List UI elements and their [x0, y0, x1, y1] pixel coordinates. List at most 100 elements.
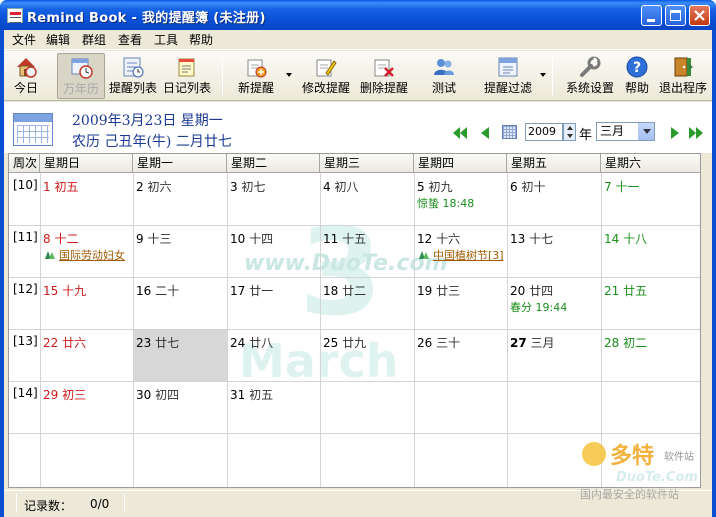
day-cell[interactable]: 25 廿九 [323, 334, 412, 351]
day-cell[interactable]: 9 十三 [136, 230, 225, 247]
menu-view[interactable]: 查看 [116, 32, 144, 48]
day-cell[interactable]: 6 初十 [510, 178, 599, 195]
close-button[interactable] [689, 5, 710, 26]
lunar-day: 十四 [249, 232, 274, 246]
record-count-value: 0/0 [90, 497, 110, 511]
year-input[interactable]: 2009 [525, 123, 563, 141]
day-cell[interactable]: 5 初九 惊蛰 18:48 [417, 178, 505, 211]
week-number: [12] [13, 282, 38, 296]
day-cell[interactable]: 16 二十 [136, 282, 225, 299]
edit-reminder-button[interactable]: 修改提醒 [298, 53, 354, 99]
day-label: 21 廿五 [604, 282, 700, 299]
day-cell[interactable]: 26 三十 [417, 334, 505, 351]
day-number: 1 [43, 180, 51, 194]
day-cell[interactable]: 23 廿七 [136, 334, 225, 351]
day-cell[interactable]: 7 十一 [604, 178, 700, 195]
day-label: 25 廿九 [323, 334, 412, 351]
day-number: 29 [43, 388, 59, 402]
day-cell[interactable]: 2 初六 [136, 178, 225, 195]
day-cell[interactable]: 29 初三 [43, 386, 131, 403]
grid-view-icon[interactable] [502, 125, 517, 139]
day-number: 3 [230, 180, 238, 194]
maximize-button[interactable] [665, 5, 686, 26]
day-cell[interactable]: 31 初五 [230, 386, 318, 403]
day-label: 16 二十 [136, 282, 225, 299]
menu-bar: 文件 编辑 群组 查看 工具 帮助 [4, 30, 712, 50]
day-number: 12 [417, 232, 433, 246]
day-cell[interactable]: 20 廿四 春分 19:44 [510, 282, 599, 315]
day-number: 8 [43, 232, 51, 246]
day-cell[interactable]: 17 廿一 [230, 282, 318, 299]
day-cell[interactable]: 12 十六 中国植树节[3] [417, 230, 505, 263]
exit-button[interactable]: 退出程序 [656, 53, 710, 99]
day-cell[interactable]: 4 初八 [323, 178, 412, 195]
menu-help[interactable]: 帮助 [187, 32, 215, 48]
day-cell[interactable]: 3 初七 [230, 178, 318, 195]
double-left-arrow-icon [453, 127, 467, 139]
day-number: 22 [43, 336, 59, 350]
left-arrow-icon [481, 127, 489, 139]
day-cell[interactable]: 22 廿六 [43, 334, 131, 351]
menu-file[interactable]: 文件 [10, 32, 38, 48]
new-reminder-dropdown-icon[interactable] [286, 73, 292, 77]
menu-edit[interactable]: 编辑 [44, 32, 72, 48]
filter-dropdown-icon[interactable] [540, 73, 546, 77]
reminder-list-button[interactable]: 提醒列表 [108, 53, 158, 99]
day-label: 23 廿七 [136, 334, 225, 351]
title-bar[interactable]: Remind Book - 我的提醒簿 (未注册) [0, 0, 716, 30]
day-label: 26 三十 [417, 334, 505, 351]
day-label: 1 初五 [43, 178, 131, 195]
new-reminder-label: 新提醒 [237, 81, 274, 95]
new-reminder-button[interactable]: 新提醒 [230, 53, 282, 99]
day-cell[interactable]: 18 廿二 [323, 282, 412, 299]
day-label: 29 初三 [43, 386, 131, 403]
menu-tools[interactable]: 工具 [152, 32, 180, 48]
delete-reminder-button[interactable]: 删除提醒 [356, 53, 412, 99]
prev-year-button[interactable] [452, 126, 468, 140]
day-cell[interactable]: 27 三月 [510, 334, 599, 351]
event-link[interactable]: 国际劳动妇女 [43, 247, 131, 263]
chevron-down-icon[interactable] [638, 123, 654, 140]
day-cell[interactable]: 15 十九 [43, 282, 131, 299]
diary-list-button[interactable]: 日记列表 [162, 53, 212, 99]
system-settings-button[interactable]: 系统设置 [562, 53, 618, 99]
day-cell[interactable]: 1 初五 [43, 178, 131, 195]
lunar-day: 二十 [155, 284, 180, 298]
today-button[interactable]: 今日 [7, 53, 45, 99]
diary-list-label: 日记列表 [162, 81, 211, 95]
next-month-button[interactable] [666, 126, 682, 140]
day-label: 22 廿六 [43, 334, 131, 351]
year-calendar-button[interactable]: 万年历 [57, 53, 105, 99]
day-cell[interactable]: 10 十四 [230, 230, 318, 247]
day-cell[interactable]: 19 廿三 [417, 282, 505, 299]
system-settings-label: 系统设置 [565, 81, 614, 95]
window-title: Remind Book - 我的提醒簿 (未注册) [27, 11, 266, 26]
day-cell[interactable]: 13 十七 [510, 230, 599, 247]
day-cell[interactable]: 24 廿八 [230, 334, 318, 351]
month-select[interactable]: 三月 [596, 122, 655, 141]
day-cell[interactable]: 30 初四 [136, 386, 225, 403]
day-number: 20 [510, 284, 526, 298]
lunar-day: 十二 [54, 232, 79, 246]
grid-line [9, 381, 700, 382]
day-cell[interactable]: 21 廿五 [604, 282, 700, 299]
day-cell[interactable]: 14 十八 [604, 230, 700, 247]
event-link[interactable]: 中国植树节[3] [417, 247, 505, 263]
day-cell[interactable]: 11 十五 [323, 230, 412, 247]
filter-icon [498, 57, 518, 77]
menu-group[interactable]: 群组 [80, 32, 108, 48]
help-button[interactable]: ? 帮助 [620, 53, 654, 99]
day-cell[interactable]: 28 初二 [604, 334, 700, 351]
test-button[interactable]: 测试 [422, 53, 466, 99]
day-number: 23 [136, 336, 152, 350]
grid-line [9, 329, 700, 330]
year-spinner[interactable] [563, 123, 576, 141]
day-label: 8 十二 [43, 230, 131, 247]
day-cell[interactable]: 8 十二 国际劳动妇女 [43, 230, 131, 263]
calendar-header-row: 周次 星期日 星期一 星期二 星期三 星期四 星期五 星期六 [9, 154, 700, 173]
prev-month-button[interactable] [478, 126, 494, 140]
next-year-button[interactable] [688, 126, 704, 140]
year-calendar-label: 万年历 [62, 82, 99, 96]
reminder-filter-button[interactable]: 提醒过滤 [480, 53, 536, 99]
minimize-button[interactable] [641, 5, 662, 26]
